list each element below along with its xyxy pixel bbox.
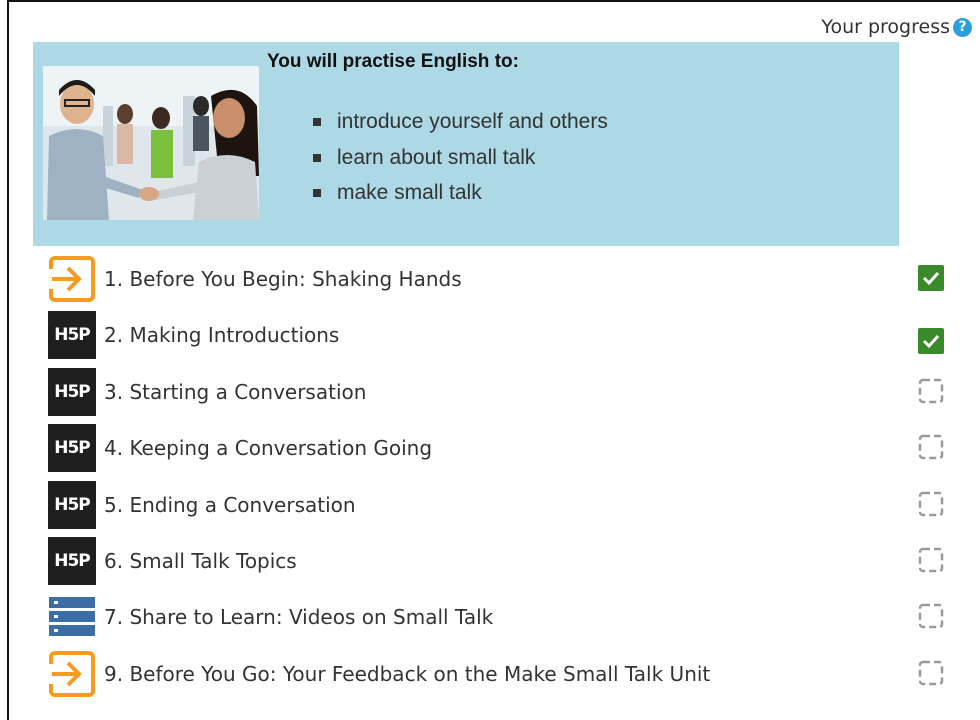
handshake-photo [43,66,259,220]
database-icon [48,593,96,641]
orange-arrow-enter-icon [48,255,96,303]
h5p-icon: H5P [48,537,96,585]
activity-row: H5P 4. Keeping a Conversation Going [48,424,948,472]
progress-header: Your progress ? [821,16,972,38]
completion-unchecked-icon[interactable] [918,603,944,629]
activity-link[interactable]: 2. Making Introductions [104,311,339,359]
activity-link[interactable]: 4. Keeping a Conversation Going [104,424,432,472]
objective-item: introduce yourself and others [311,104,608,140]
completion-checked-icon[interactable] [918,265,944,291]
intro-objectives-list: introduce yourself and others learn abou… [311,104,608,211]
activity-link[interactable]: 7. Share to Learn: Videos on Small Talk [104,593,493,641]
activity-row: H5P 3. Starting a Conversation [48,368,948,416]
completion-unchecked-icon[interactable] [918,434,944,460]
help-icon[interactable]: ? [953,17,972,37]
activity-row: 1. Before You Begin: Shaking Hands [48,255,948,303]
activity-link[interactable]: 5. Ending a Conversation [104,481,356,529]
completion-unchecked-icon[interactable] [918,660,944,686]
activity-row: H5P 5. Ending a Conversation [48,481,948,529]
activity-link[interactable]: 1. Before You Begin: Shaking Hands [104,255,462,303]
h5p-icon: H5P [48,424,96,472]
intro-panel: You will practise English to: introduce … [33,42,899,246]
activity-link[interactable]: 9. Before You Go: Your Feedback on the M… [104,650,710,698]
progress-label: Your progress [821,16,950,38]
activity-link[interactable]: 3. Starting a Conversation [104,368,366,416]
activity-link[interactable]: 6. Small Talk Topics [104,537,297,585]
objective-item: make small talk [311,175,608,211]
completion-unchecked-icon[interactable] [918,547,944,573]
intro-heading: You will practise English to: [267,51,519,72]
activity-row: H5P 6. Small Talk Topics [48,537,948,585]
completion-unchecked-icon[interactable] [918,491,944,517]
activity-row: 7. Share to Learn: Videos on Small Talk [48,593,948,641]
h5p-icon: H5P [48,311,96,359]
activity-row: 9. Before You Go: Your Feedback on the M… [48,650,948,698]
completion-checked-icon[interactable] [918,328,944,354]
completion-unchecked-icon[interactable] [918,378,944,404]
h5p-icon: H5P [48,368,96,416]
orange-arrow-enter-icon [48,650,96,698]
activity-row: H5P 2. Making Introductions [48,311,948,359]
h5p-icon: H5P [48,481,96,529]
objective-item: learn about small talk [311,140,608,176]
